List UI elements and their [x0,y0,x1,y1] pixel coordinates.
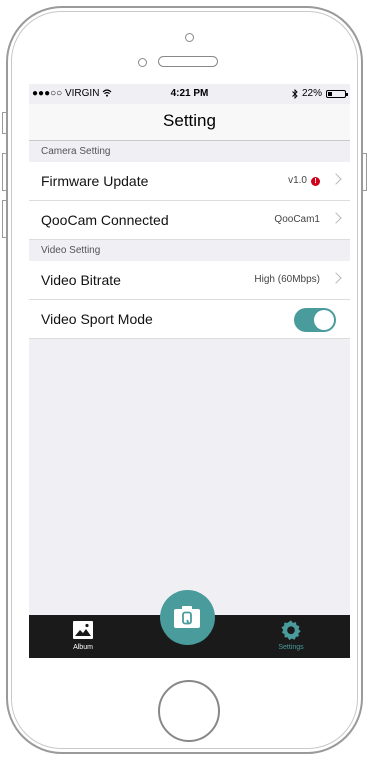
proximity-sensor [138,58,147,67]
video-bitrate-value: High (60Mbps) [254,274,320,285]
front-camera [185,33,194,42]
firmware-update-row[interactable]: Firmware Update v1.0 ! [29,162,350,201]
firmware-version-text: v1.0 [288,175,307,186]
qoocam-connected-row[interactable]: QooCam Connected QooCam1 [29,201,350,240]
tab-album-label: Album [73,644,93,651]
page-title: Setting [163,111,216,130]
video-sport-mode-toggle[interactable] [294,308,336,332]
section-header-camera: Camera Setting [29,141,350,163]
alert-icon: ! [311,176,320,186]
toggle-knob [314,310,334,330]
section-header-video: Video Setting [29,240,350,262]
battery-fill [328,91,332,96]
nav-bar: Setting [29,104,350,141]
side-button-power [363,153,367,191]
camera-capture-button[interactable] [160,590,215,645]
screen: ●●●○○ VIRGIN 4:21 PM 22% Setting Camera … [29,84,350,658]
home-button[interactable] [158,680,220,742]
battery-percent: 22% [301,88,322,99]
firmware-update-label: Firmware Update [41,173,149,189]
battery-tip [346,92,348,96]
qoocam-device-name: QooCam1 [274,214,320,225]
bluetooth-icon [292,88,298,99]
video-bitrate-row[interactable]: Video Bitrate High (60Mbps) [29,261,350,300]
tab-settings[interactable]: Settings [251,615,331,658]
firmware-version: v1.0 ! [288,162,320,200]
gear-icon [281,620,301,641]
earpiece-speaker [158,56,218,67]
qoocam-connected-label: QooCam Connected [41,212,169,228]
status-bar: ●●●○○ VIRGIN 4:21 PM 22% [29,84,350,104]
video-sport-mode-row: Video Sport Mode [29,300,350,339]
image-icon [73,621,93,639]
camera-icon [174,606,200,628]
chevron-right-icon [330,272,342,284]
video-bitrate-label: Video Bitrate [41,272,121,288]
video-sport-mode-label: Video Sport Mode [41,311,153,327]
battery-icon [326,89,348,98]
chevron-right-icon [330,212,342,224]
tab-settings-label: Settings [278,644,304,651]
status-right: 22% [292,88,348,99]
tab-album[interactable]: Album [43,615,123,658]
chevron-right-icon [330,173,342,185]
